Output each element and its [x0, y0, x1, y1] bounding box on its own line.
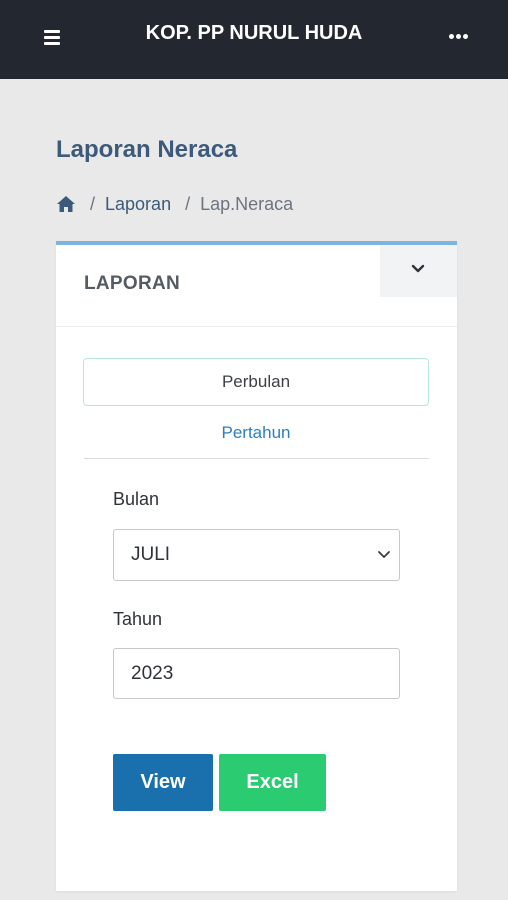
home-icon[interactable] [56, 195, 76, 213]
tab-perbulan[interactable]: Perbulan [83, 358, 429, 406]
view-button[interactable]: View [113, 754, 213, 811]
breadcrumb-separator: / [185, 193, 191, 214]
tab-divider [84, 458, 429, 459]
chevron-down-icon [378, 551, 390, 558]
month-select-value: JULI [131, 544, 171, 565]
breadcrumb-separator: / [90, 193, 96, 214]
month-label: Bulan [113, 489, 160, 509]
app-title: KOP. PP NURUL HUDA [145, 22, 363, 44]
collapse-button[interactable] [380, 245, 457, 297]
breadcrumb: / Laporan / Lap.Neraca [56, 193, 293, 215]
year-input[interactable]: 2023 [113, 648, 400, 699]
excel-button[interactable]: Excel [219, 754, 326, 811]
card-header: LAPORAN [56, 245, 457, 327]
breadcrumb-item-lap-neraca: Lap.Neraca [200, 193, 294, 214]
year-label: Tahun [113, 609, 163, 629]
more-options-icon[interactable] [446, 26, 474, 46]
top-app-bar: KOP. PP NURUL HUDA [0, 0, 508, 79]
year-input-value: 2023 [131, 663, 174, 684]
breadcrumb-item-laporan[interactable]: Laporan [105, 194, 171, 215]
month-select[interactable]: JULI [113, 529, 400, 581]
page-title: Laporan Neraca [56, 136, 238, 163]
report-card: LAPORAN Perbulan Pertahun Bulan JULI Tah… [56, 241, 457, 891]
card-title: LAPORAN [84, 273, 181, 294]
chevron-down-icon [411, 264, 425, 273]
tab-pertahun[interactable]: Pertahun [83, 421, 429, 445]
